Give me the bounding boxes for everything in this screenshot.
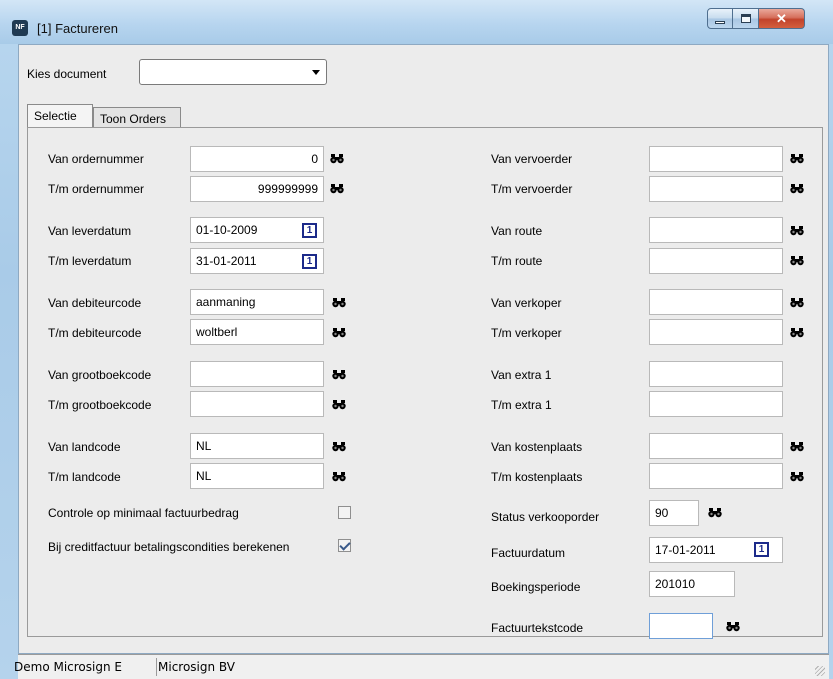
tm-ordernummer-label: T/m ordernummer (48, 182, 145, 196)
client-area: Kies document Selectie Toon Orders Van o… (18, 44, 829, 654)
binoculars-icon[interactable] (790, 296, 804, 308)
resize-grip-icon[interactable] (815, 666, 825, 676)
van-kostenplaats-input[interactable] (649, 433, 783, 459)
van-landcode-label: Van landcode (48, 440, 121, 454)
binoculars-icon[interactable] (332, 398, 346, 410)
binoculars-icon[interactable] (330, 152, 344, 164)
binoculars-icon[interactable] (790, 152, 804, 164)
factuurtekstcode-label: Factuurtekstcode (491, 621, 584, 635)
van-verkoper-input[interactable] (649, 289, 783, 315)
binoculars-icon[interactable] (790, 326, 804, 338)
maximize-icon (740, 14, 751, 23)
van-route-label: Van route (491, 224, 543, 238)
binoculars-icon[interactable] (790, 440, 804, 452)
minimize-icon (715, 20, 725, 24)
boekingsperiode-input[interactable]: 201010 (649, 571, 735, 597)
creditfactuur-label: Bij creditfactuur betalingscondities ber… (48, 540, 290, 554)
tm-landcode-input[interactable]: NL (190, 463, 324, 489)
maximize-button[interactable] (733, 8, 759, 29)
binoculars-icon[interactable] (332, 368, 346, 380)
minimize-button[interactable] (707, 8, 733, 29)
factuurtekstcode-input[interactable] (649, 613, 713, 639)
calendar-icon[interactable]: 1 (302, 223, 317, 238)
van-grootboekcode-input[interactable] (190, 361, 324, 387)
selectie-panel: Van ordernummer 0 T/m ordernummer 999999… (27, 127, 823, 639)
creditfactuur-checkbox[interactable] (338, 539, 351, 552)
status-separator (156, 658, 157, 676)
tm-landcode-label: T/m landcode (48, 470, 121, 484)
tm-grootboekcode-input[interactable] (190, 391, 324, 417)
calendar-icon[interactable]: 1 (302, 254, 317, 269)
controle-label: Controle op minimaal factuurbedrag (48, 506, 239, 520)
binoculars-icon[interactable] (790, 224, 804, 236)
binoculars-icon[interactable] (332, 296, 346, 308)
tm-route-label: T/m route (491, 254, 543, 268)
tm-vervoerder-input[interactable] (649, 176, 783, 202)
tm-route-input[interactable] (649, 248, 783, 274)
van-route-input[interactable] (649, 217, 783, 243)
caption-buttons: ✕ (707, 8, 805, 29)
close-button[interactable]: ✕ (759, 8, 805, 29)
title-bar[interactable]: NF [1] Factureren ✕ (0, 0, 833, 44)
van-verkoper-label: Van verkoper (491, 296, 562, 310)
tm-leverdatum-label: T/m leverdatum (48, 254, 132, 268)
van-extra1-input[interactable] (649, 361, 783, 387)
status-bar: Demo Microsign E Microsign BV (14, 654, 829, 679)
tm-extra1-label: T/m extra 1 (491, 398, 552, 412)
van-landcode-input[interactable]: NL (190, 433, 324, 459)
window-title: [1] Factureren (37, 21, 118, 36)
binoculars-icon[interactable] (332, 440, 346, 452)
chevron-down-icon (312, 70, 320, 75)
boekingsperiode-label: Boekingsperiode (491, 580, 581, 594)
binoculars-icon[interactable] (332, 326, 346, 338)
van-grootboekcode-label: Van grootboekcode (48, 368, 152, 382)
kies-document-label: Kies document (27, 67, 107, 81)
tm-kostenplaats-label: T/m kostenplaats (491, 470, 583, 484)
binoculars-icon[interactable] (332, 470, 346, 482)
van-debiteurcode-label: Van debiteurcode (48, 296, 142, 310)
binoculars-icon[interactable] (330, 182, 344, 194)
van-vervoerder-label: Van vervoerder (491, 152, 573, 166)
tm-verkoper-label: T/m verkoper (491, 326, 562, 340)
van-extra1-label: Van extra 1 (491, 368, 552, 382)
app-icon[interactable]: NF (12, 20, 28, 36)
binoculars-icon[interactable] (790, 470, 804, 482)
kies-document-select[interactable] (139, 59, 327, 85)
calendar-icon[interactable]: 1 (754, 542, 769, 557)
tm-ordernummer-input[interactable]: 999999999 (190, 176, 324, 202)
tab-toon-orders-label: Toon Orders (100, 112, 167, 126)
van-kostenplaats-label: Van kostenplaats (491, 440, 583, 454)
van-ordernummer-label: Van ordernummer (48, 152, 144, 166)
status-verkooporder-label: Status verkooporder (491, 510, 600, 524)
van-debiteurcode-input[interactable]: aanmaning (190, 289, 324, 315)
tm-kostenplaats-input[interactable] (649, 463, 783, 489)
van-ordernummer-input[interactable]: 0 (190, 146, 324, 172)
tm-verkoper-input[interactable] (649, 319, 783, 345)
close-icon: ✕ (776, 10, 787, 26)
status-left: Demo Microsign E (14, 660, 122, 674)
tm-grootboekcode-label: T/m grootboekcode (48, 398, 152, 412)
van-leverdatum-label: Van leverdatum (48, 224, 132, 238)
tm-extra1-input[interactable] (649, 391, 783, 417)
tm-vervoerder-label: T/m vervoerder (491, 182, 573, 196)
tm-debiteurcode-label: T/m debiteurcode (48, 326, 142, 340)
tm-debiteurcode-input[interactable]: woltberl (190, 319, 324, 345)
tab-selectie[interactable]: Selectie (27, 104, 93, 127)
tab-toon-orders[interactable]: Toon Orders (93, 107, 181, 127)
status-right: Microsign BV (158, 660, 235, 674)
controle-checkbox[interactable] (338, 506, 351, 519)
binoculars-icon[interactable] (726, 620, 740, 632)
status-verkooporder-input[interactable]: 90 (649, 500, 699, 526)
factuurdatum-label: Factuurdatum (491, 546, 566, 560)
binoculars-icon[interactable] (790, 182, 804, 194)
van-vervoerder-input[interactable] (649, 146, 783, 172)
binoculars-icon[interactable] (790, 254, 804, 266)
tab-selectie-label: Selectie (34, 109, 77, 123)
binoculars-icon[interactable] (708, 506, 722, 518)
